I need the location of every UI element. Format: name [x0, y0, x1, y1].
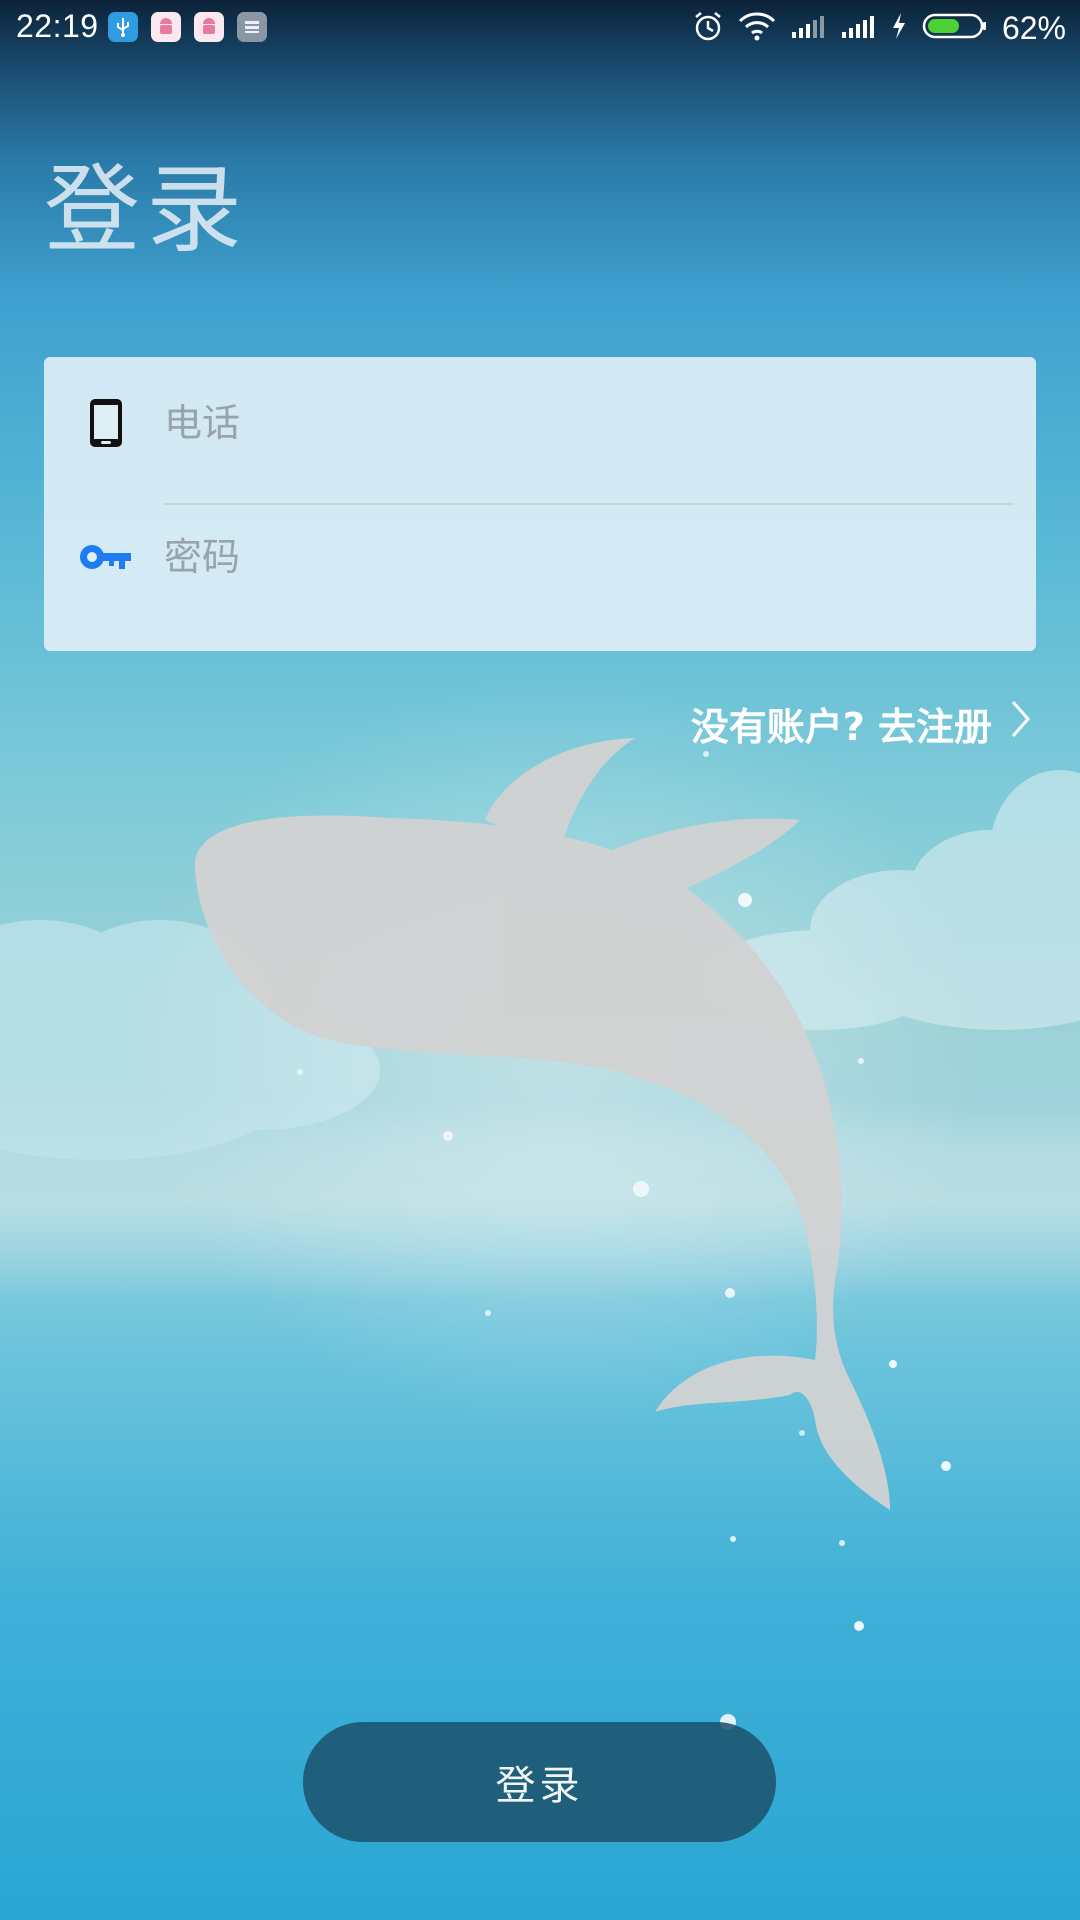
login-form-card [44, 357, 1036, 651]
wifi-icon [738, 11, 776, 45]
password-field [44, 491, 1036, 623]
background-illustration [0, 670, 1080, 1730]
phone-icon [78, 395, 134, 451]
phone-field [44, 357, 1036, 489]
storage-icon [237, 12, 267, 42]
usb-icon [108, 12, 138, 42]
page-title: 登录 [44, 154, 248, 266]
battery-percent: 62% [1001, 9, 1066, 46]
password-input[interactable] [164, 491, 1004, 623]
alarm-icon [692, 10, 724, 46]
android-icon [194, 12, 224, 42]
signal-icon [840, 12, 876, 44]
battery-icon [922, 12, 988, 44]
android-icon [151, 12, 181, 42]
signal-icon [790, 12, 826, 44]
charging-icon [890, 11, 908, 45]
key-icon [78, 529, 134, 585]
login-button-label: 登录 [495, 1763, 584, 1809]
phone-input[interactable] [164, 357, 1004, 489]
status-bar: 22:19 62% [0, 0, 1080, 56]
status-icons: 62% [692, 10, 1066, 46]
register-link[interactable]: 没有账户? 去注册 [691, 696, 1032, 751]
status-time: 22:19 [16, 8, 99, 44]
login-button[interactable]: 登录 [303, 1722, 776, 1842]
register-link-label: 没有账户? 去注册 [690, 705, 992, 749]
chevron-right-icon [1010, 699, 1032, 748]
